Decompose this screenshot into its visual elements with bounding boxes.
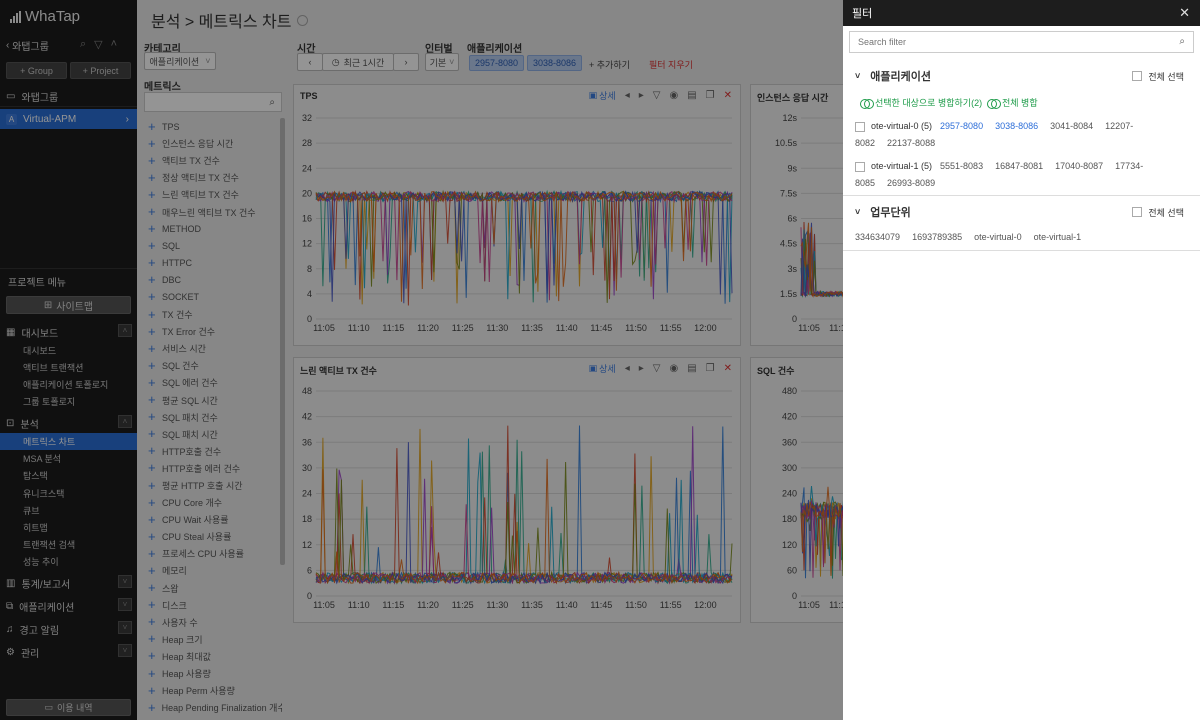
app-section-title: 애플리케이션	[870, 71, 931, 83]
biz-item[interactable]: 1693789385	[912, 232, 962, 242]
modal-backdrop[interactable]	[0, 0, 843, 720]
filter-panel-title: 필터	[852, 8, 873, 20]
biz-section-title: 업무단위	[870, 207, 911, 219]
app-section-header[interactable]: ˅ 애플리케이션 전체 선택	[843, 66, 1200, 86]
app-row-name[interactable]: ote-virtual-0 (5)	[855, 121, 940, 132]
close-icon[interactable]: ✕	[1179, 5, 1190, 21]
app-checkbox[interactable]	[855, 121, 865, 132]
select-all-checkbox[interactable]	[1132, 207, 1143, 217]
biz-item[interactable]: ote-virtual-1	[1034, 232, 1082, 242]
port-chip[interactable]: 2957-8080	[940, 121, 983, 131]
select-all-label: 전체 선택	[1148, 207, 1184, 218]
filter-search-field[interactable]: ⌕	[849, 31, 1194, 53]
select-all-checkbox[interactable]	[1132, 71, 1143, 81]
merge-icon	[987, 98, 1001, 109]
biz-section-header[interactable]: ˅ 업무단위 전체 선택	[843, 202, 1200, 222]
port-chip[interactable]: 3038-8086	[995, 121, 1038, 131]
port-chip[interactable]: 17040-8087	[1055, 161, 1103, 171]
app-name: ote-virtual-1 (5)	[871, 161, 933, 171]
app-root: WhaTap ‹ 와탭그룹 ⌕ ▽ ˄ + Group + Project ▭ …	[0, 0, 1200, 720]
biz-item[interactable]: ote-virtual-0	[974, 232, 1022, 242]
chevron-down-icon: ˅	[855, 71, 861, 81]
app-checkbox[interactable]	[855, 161, 865, 172]
app-row-0: ote-virtual-0 (5) 2957-8080 3038-8086 3041-…	[855, 118, 1190, 152]
merge-all-button[interactable]: 전체 병합	[987, 96, 1038, 109]
port-chip[interactable]: 3041-8084	[1050, 121, 1093, 131]
select-all-label: 전체 선택	[1148, 71, 1184, 82]
port-chip[interactable]: 26993-8089	[887, 178, 935, 188]
biz-items: 334634079 1693789385 ote-virtual-0 ote-virt…	[855, 232, 1081, 242]
biz-select-all[interactable]: 전체 선택	[1132, 206, 1184, 219]
search-icon: ⌕	[1179, 36, 1185, 47]
biz-item[interactable]: 334634079	[855, 232, 900, 242]
port-chip[interactable]: 5551-8083	[940, 161, 983, 171]
port-chip[interactable]: 16847-8081	[995, 161, 1043, 171]
filter-panel: 필터 ✕ ⌕ ˅ 애플리케이션 전체 선택 선택한 대상으로 병합하기(2) 전…	[843, 0, 1200, 720]
merge-all-label: 전체 병합	[1002, 98, 1038, 108]
merge-selected-label: 선택한 대상으로 병합하기(2)	[875, 98, 983, 108]
chevron-down-icon: ˅	[855, 207, 861, 217]
filter-panel-header: 필터 ✕	[843, 0, 1200, 26]
app-row-name[interactable]: ote-virtual-1 (5)	[855, 161, 940, 172]
merge-icon	[860, 98, 874, 109]
app-select-all[interactable]: 전체 선택	[1132, 70, 1184, 83]
app-row-1: ote-virtual-1 (5) 5551-8083 16847-8081 1704…	[855, 158, 1190, 192]
filter-search-input[interactable]	[850, 32, 1150, 52]
merge-selected-button[interactable]: 선택한 대상으로 병합하기(2)	[860, 96, 982, 109]
port-chip[interactable]: 22137-8088	[887, 138, 935, 148]
app-name: ote-virtual-0 (5)	[871, 121, 933, 131]
